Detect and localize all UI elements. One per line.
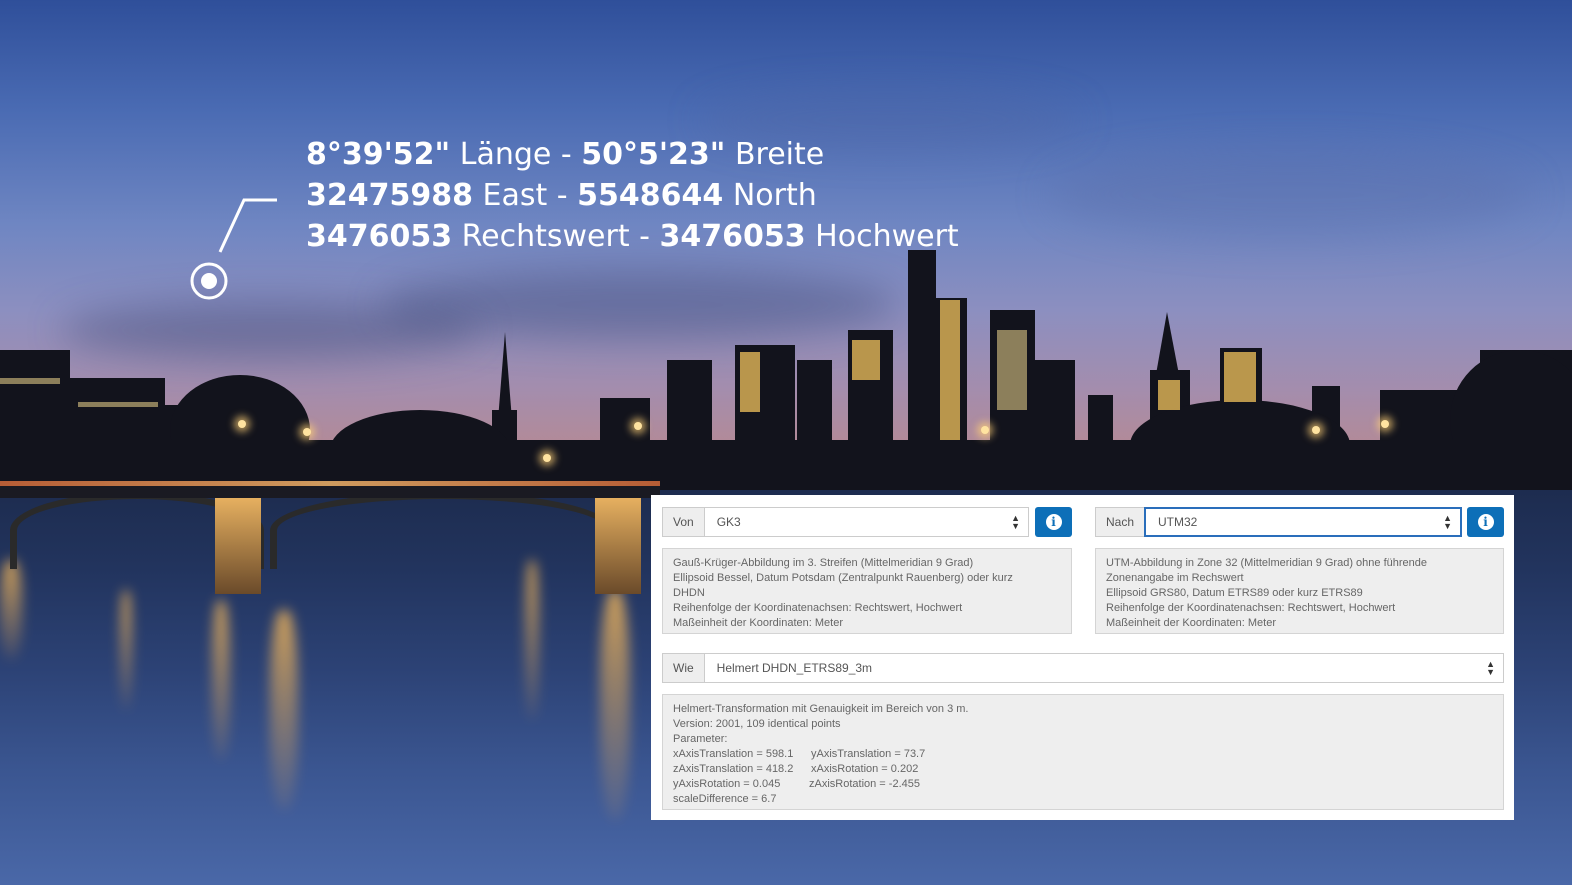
how-desc-line: Helmert-Transformation mit Genauigkeit i… bbox=[673, 703, 969, 715]
param-row: yAxisRotation = 0.045 zAxisRotation = -2.… bbox=[673, 777, 1493, 792]
east-label: East - bbox=[473, 178, 578, 213]
sort-caret-icon: ▲ ▼ bbox=[1011, 513, 1020, 531]
how-desc-line: Parameter: bbox=[673, 733, 728, 745]
to-desc-line: Maßeinheit der Koordinaten: Meter bbox=[1106, 617, 1276, 629]
param-z-translation: zAxisTranslation = 418.2 bbox=[673, 763, 794, 775]
from-select-group: Von GK3 ▲ ▼ bbox=[662, 507, 1029, 537]
coords-gk: 3476053 Rechtswert - 3476053 Hochwert bbox=[306, 216, 959, 257]
from-desc-line: Maßeinheit der Koordinaten: Meter bbox=[673, 617, 843, 629]
to-desc-line: Ellipsoid GRS80, Datum ETRS89 oder kurz … bbox=[1106, 587, 1363, 599]
how-desc-line: Version: 2001, 109 identical points bbox=[673, 718, 841, 730]
sort-caret-icon: ▲ ▼ bbox=[1443, 513, 1452, 531]
info-icon: i bbox=[1477, 514, 1494, 530]
param-y-rotation: yAxisRotation = 0.045 bbox=[673, 778, 781, 790]
hochwert-label: Hochwert bbox=[805, 219, 959, 254]
from-description: Gauß-Krüger-Abbildung im 3. Streifen (Mi… bbox=[662, 548, 1072, 634]
latitude-label: Breite bbox=[725, 137, 825, 172]
from-desc-line: Ellipsoid Bessel, Datum Potsdam (Zentral… bbox=[673, 572, 1013, 584]
from-select[interactable]: GK3 ▲ ▼ bbox=[703, 507, 1029, 537]
info-icon: i bbox=[1045, 514, 1062, 530]
hochwert-value: 3476053 bbox=[659, 219, 806, 254]
to-select-group: Nach UTM32 ▲ ▼ bbox=[1095, 507, 1462, 537]
location-target-icon bbox=[190, 262, 228, 300]
coords-geographic: 8°39'52" Länge - 50°5'23" Breite bbox=[306, 134, 959, 175]
sort-caret-icon: ▲ ▼ bbox=[1486, 659, 1495, 677]
how-select-value: Helmert DHDN_ETRS89_3m bbox=[716, 661, 873, 675]
how-select-group: Wie Helmert DHDN_ETRS89_3m ▲ ▼ bbox=[662, 653, 1504, 683]
to-select-value: UTM32 bbox=[1158, 515, 1198, 529]
param-y-translation: yAxisTranslation = 73.7 bbox=[811, 748, 926, 760]
param-row: xAxisTranslation = 598.1 yAxisTranslation… bbox=[673, 747, 1493, 762]
from-desc-line: Reihenfolge der Koordinatenachsen: Recht… bbox=[673, 602, 963, 614]
longitude-value: 8°39'52" bbox=[306, 137, 451, 172]
transformation-panel: Von GK3 ▲ ▼ i Nach UTM32 ▲ ▼ i Gauß-Krüger… bbox=[651, 495, 1514, 820]
east-value: 32475988 bbox=[306, 178, 473, 213]
to-desc-line: Zonenangabe im Rechswert bbox=[1106, 572, 1244, 584]
to-description: UTM-Abbildung in Zone 32 (Mittelmeridian… bbox=[1095, 548, 1504, 634]
from-desc-line: DHDN bbox=[673, 587, 705, 599]
to-label: Nach bbox=[1095, 507, 1145, 537]
rechtswert-label: Rechtswert - bbox=[452, 219, 660, 254]
north-value: 5548644 bbox=[577, 178, 724, 213]
longitude-label: Länge - bbox=[450, 137, 582, 172]
how-label: Wie bbox=[662, 653, 704, 683]
from-info-button[interactable]: i bbox=[1035, 507, 1072, 537]
coordinate-overlay: 8°39'52" Länge - 50°5'23" Breite 3247598… bbox=[306, 134, 959, 257]
how-select[interactable]: Helmert DHDN_ETRS89_3m ▲ ▼ bbox=[703, 653, 1504, 683]
from-label: Von bbox=[662, 507, 704, 537]
how-description: Helmert-Transformation mit Genauigkeit i… bbox=[662, 694, 1504, 810]
to-desc-line: Reihenfolge der Koordinatenachsen: Recht… bbox=[1106, 602, 1396, 614]
latitude-value: 50°5'23" bbox=[581, 137, 726, 172]
rechtswert-value: 3476053 bbox=[306, 219, 453, 254]
param-x-translation: xAxisTranslation = 598.1 bbox=[673, 748, 794, 760]
from-desc-line: Gauß-Krüger-Abbildung im 3. Streifen (Mi… bbox=[673, 557, 974, 569]
to-info-button[interactable]: i bbox=[1467, 507, 1504, 537]
to-select[interactable]: UTM32 ▲ ▼ bbox=[1144, 507, 1462, 537]
param-scale-difference: scaleDifference = 6.7 bbox=[673, 793, 777, 805]
param-z-rotation: zAxisRotation = -2.455 bbox=[809, 778, 920, 790]
north-label: North bbox=[723, 178, 817, 213]
from-select-value: GK3 bbox=[716, 515, 741, 529]
to-desc-line: UTM-Abbildung in Zone 32 (Mittelmeridian… bbox=[1106, 557, 1427, 569]
param-row: zAxisTranslation = 418.2 xAxisRotation = … bbox=[673, 762, 1493, 777]
param-x-rotation: xAxisRotation = 0.202 bbox=[811, 763, 919, 775]
coords-utm: 32475988 East - 5548644 North bbox=[306, 175, 959, 216]
